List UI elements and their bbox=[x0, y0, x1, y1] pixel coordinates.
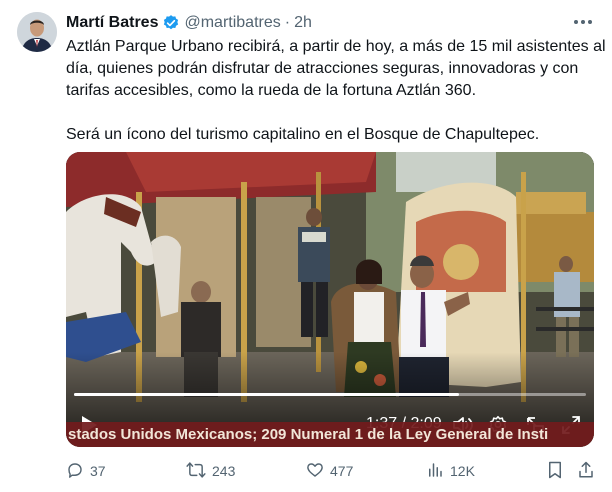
author-name[interactable]: Martí Batres bbox=[66, 14, 158, 32]
verified-badge-icon bbox=[162, 14, 180, 32]
reply-icon bbox=[66, 461, 84, 482]
repost-count: 243 bbox=[212, 463, 236, 479]
reply-count: 37 bbox=[90, 463, 106, 479]
like-button[interactable]: 477 bbox=[306, 460, 353, 482]
tweet-text-line: Aztlán Parque Urbano recibirá, a partir … bbox=[66, 38, 606, 55]
views-chart-icon bbox=[426, 461, 444, 482]
repost-button[interactable]: 243 bbox=[186, 460, 235, 482]
separator-dot: · bbox=[284, 14, 291, 31]
video-progress-fill bbox=[74, 393, 460, 396]
bookmark-button[interactable] bbox=[547, 460, 563, 482]
video-player[interactable]: 1:37 / 2:09 bbox=[66, 152, 594, 447]
tweet-actions: 37 243 477 12K bbox=[66, 460, 594, 482]
tweet-header: Martí Batres @martibatres · 2h bbox=[66, 12, 312, 34]
more-options-icon[interactable] bbox=[572, 12, 594, 32]
view-count: 12K bbox=[450, 463, 475, 479]
share-button[interactable] bbox=[578, 460, 594, 482]
tweet-text-line: tarifas accesibles, como la rueda de la … bbox=[66, 82, 477, 99]
video-frame bbox=[66, 152, 594, 447]
tweet-text-line: día, quienes podrán disfrutar de atracci… bbox=[66, 60, 579, 77]
views-button[interactable]: 12K bbox=[426, 460, 475, 482]
tweet-time[interactable]: 2h bbox=[294, 14, 312, 32]
bookmark-icon bbox=[547, 461, 563, 482]
share-icon bbox=[578, 461, 594, 482]
like-count: 477 bbox=[330, 463, 354, 479]
repost-icon bbox=[186, 461, 206, 482]
avatar[interactable] bbox=[17, 12, 57, 52]
video-subtitle-banner: stados Unidos Mexicanos; 209 Numeral 1 d… bbox=[66, 422, 594, 447]
reply-button[interactable]: 37 bbox=[66, 460, 106, 482]
author-handle[interactable]: @martibatres bbox=[184, 14, 280, 32]
tweet-text: Aztlán Parque Urbano recibirá, a partir … bbox=[66, 36, 606, 146]
tweet-text-line: Será un ícono del turismo capitalino en … bbox=[66, 126, 540, 143]
tweet: Martí Batres @martibatres · 2h Aztlán Pa… bbox=[0, 0, 612, 492]
heart-icon bbox=[306, 461, 324, 482]
video-progress-bar[interactable] bbox=[74, 393, 586, 396]
